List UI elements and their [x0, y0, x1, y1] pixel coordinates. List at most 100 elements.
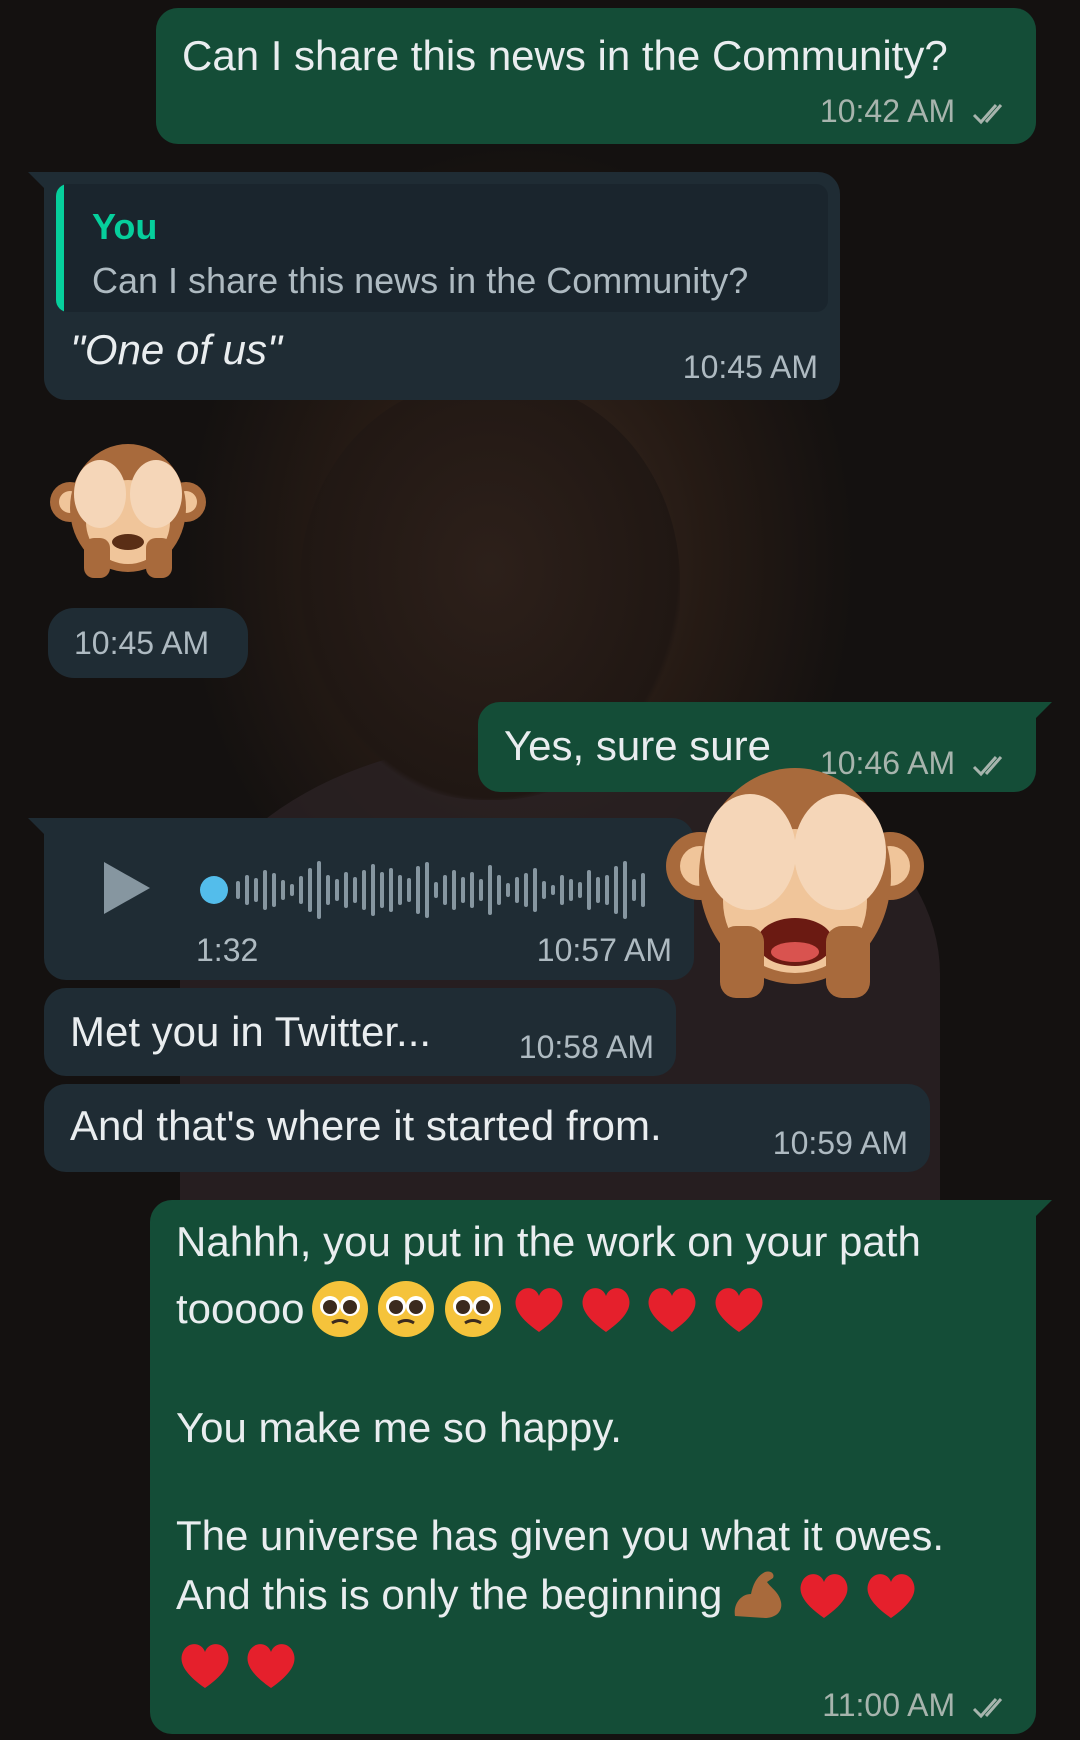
- waveform-bar: [452, 870, 456, 910]
- red-heart-icon: [867, 1574, 915, 1618]
- waveform-bar: [632, 879, 636, 901]
- message-incoming[interactable]: Met you in Twitter... 10:58 AM: [44, 988, 676, 1076]
- red-heart-icon: [800, 1574, 848, 1618]
- bubble-tail: [28, 172, 46, 190]
- waveform-bar: [326, 875, 330, 905]
- waveform-bar: [299, 876, 303, 904]
- message-timestamp: 10:42 AM: [819, 93, 956, 129]
- waveform-bar: [587, 870, 591, 910]
- red-heart-icon: [181, 1644, 229, 1688]
- voice-progress-dot[interactable]: [200, 876, 228, 904]
- waveform-bar: [236, 881, 240, 899]
- waveform-bar: [407, 878, 411, 902]
- waveform-bar: [506, 883, 510, 897]
- voice-waveform[interactable]: [200, 854, 670, 926]
- quoted-text: Can I share this news in the Community?: [92, 260, 749, 301]
- see-no-evil-monkey-icon[interactable]: [48, 430, 208, 590]
- message-time: 11:00 AM: [822, 1687, 1014, 1724]
- bubble-tail: [1034, 702, 1052, 720]
- red-heart-icon: [515, 1288, 563, 1332]
- waveform-bar: [497, 875, 501, 905]
- red-heart-icon: [582, 1288, 630, 1332]
- message-text: "One of us": [70, 326, 282, 373]
- message-timestamp: 10:58 AM: [518, 1029, 654, 1065]
- waveform-bar: [596, 877, 600, 903]
- play-icon[interactable]: [100, 858, 154, 918]
- red-heart-icon: [715, 1288, 763, 1332]
- double-check-icon: [972, 103, 1003, 124]
- waveform-bar: [488, 865, 492, 915]
- message-text-line: You make me so happy.: [176, 1404, 622, 1451]
- message-incoming-reply[interactable]: You Can I share this news in the Communi…: [28, 172, 840, 400]
- red-heart-icon: [648, 1288, 696, 1332]
- waveform-bar: [578, 882, 582, 898]
- message-text-fragment: tooooo: [176, 1285, 305, 1332]
- double-check-icon: [972, 1697, 1003, 1718]
- waveform-bar: [353, 877, 357, 903]
- waveform-bar: [371, 864, 375, 916]
- red-heart-icon: [247, 1644, 295, 1688]
- message-text: Met you in Twitter...: [70, 1008, 432, 1055]
- message-text: Can I share this news in the Community?: [182, 32, 948, 79]
- sticker-time-badge: 10:45 AM: [48, 608, 248, 678]
- waveform-bar: [254, 878, 258, 902]
- message-text-line: tooooo: [176, 1278, 770, 1340]
- waveform-bar: [641, 873, 645, 907]
- waveform-bar: [605, 875, 609, 905]
- message-text-line: The universe has given you what it owes.: [176, 1512, 945, 1559]
- message-timestamp: 10:59 AM: [772, 1125, 908, 1161]
- waveform-bar: [614, 866, 618, 914]
- waveform-bar: [245, 875, 249, 905]
- pleading-face-icon: [311, 1281, 368, 1337]
- waveform-bar: [380, 872, 384, 908]
- message-timestamp: 10:57 AM: [536, 932, 672, 968]
- waveform-bar: [308, 868, 312, 912]
- waveform-bar: [515, 877, 519, 903]
- pleading-face-icon: [444, 1281, 501, 1337]
- waveform-bar: [398, 875, 402, 905]
- waveform-bar: [362, 870, 366, 910]
- waveform-bar: [434, 882, 438, 898]
- waveform-bar: [569, 879, 573, 901]
- waveform-bar: [461, 877, 465, 903]
- pleading-face-icon: [378, 1281, 435, 1337]
- quoted-author: You: [92, 206, 158, 247]
- waveform-bar: [479, 879, 483, 901]
- message-text-line: Nahhh, you put in the work on your path: [176, 1218, 921, 1265]
- waveform-bar: [317, 861, 321, 919]
- waveform-bar: [281, 880, 285, 900]
- double-check-icon: [972, 755, 1003, 776]
- message-timestamp: 10:45 AM: [682, 349, 818, 385]
- waveform-bar: [623, 861, 627, 919]
- waveform-bar: [335, 879, 339, 901]
- flexed-biceps-icon: [734, 1571, 782, 1618]
- quote-accent-bar: [56, 184, 64, 312]
- waveform-bar: [416, 866, 420, 914]
- message-text: And that's where it started from.: [70, 1102, 662, 1149]
- waveform-bar: [551, 885, 555, 895]
- message-timestamp: 11:00 AM: [822, 1687, 956, 1723]
- waveform-bar: [560, 875, 564, 905]
- voice-duration: 1:32: [196, 932, 259, 968]
- waveform-bar: [389, 868, 393, 912]
- waveform-bar: [290, 884, 294, 896]
- message-outgoing[interactable]: Nahhh, you put in the work on your path …: [150, 1200, 1052, 1734]
- bubble-tail: [1034, 1200, 1052, 1218]
- waveform-bar: [533, 868, 537, 912]
- waveform-bar: [524, 873, 528, 907]
- quoted-message[interactable]: You Can I share this news in the Communi…: [56, 184, 828, 312]
- waveform-bar: [443, 875, 447, 905]
- message-text-line: And this is only the beginning: [176, 1564, 922, 1626]
- waveform-bar: [344, 872, 348, 908]
- message-timestamp: 10:45 AM: [74, 625, 210, 661]
- message-outgoing[interactable]: Can I share this news in the Community? …: [156, 8, 1036, 144]
- message-time: 10:42 AM: [820, 93, 1014, 130]
- waveform-bar: [263, 870, 267, 910]
- message-text-fragment: And this is only the beginning: [176, 1571, 723, 1618]
- message-emoji-line: [174, 1634, 302, 1696]
- message-incoming[interactable]: And that's where it started from. 10:59 …: [44, 1084, 930, 1172]
- waveform-bar: [272, 873, 276, 907]
- see-no-evil-monkey-icon[interactable]: [660, 756, 930, 1006]
- waveform-bar: [542, 881, 546, 899]
- waveform-bar: [470, 872, 474, 908]
